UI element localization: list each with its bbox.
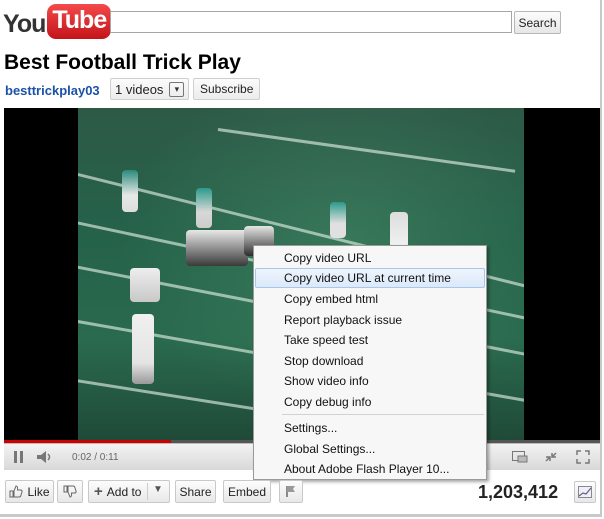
football-player	[390, 212, 408, 248]
menu-item-copy-video-url-at-current-time[interactable]: Copy video URL at current time	[255, 268, 485, 288]
menu-item-copy-video-url[interactable]: Copy video URL	[255, 248, 485, 268]
view-count: 1,203,412	[478, 482, 559, 502]
fullscreen-icon[interactable]	[574, 448, 592, 466]
dropdown-arrow-icon[interactable]: ▼	[153, 484, 163, 495]
menu-item-stop-download[interactable]: Stop download	[255, 351, 485, 371]
yard-line	[217, 128, 516, 173]
menu-item-about-flash-player[interactable]: About Adobe Flash Player 10...	[255, 459, 485, 479]
flash-context-menu: Copy video URL Copy video URL at current…	[253, 245, 487, 480]
football-player	[130, 268, 160, 302]
football-player	[186, 230, 248, 266]
channel-link[interactable]: besttrickplay03	[5, 83, 100, 98]
plus-icon: +	[94, 482, 103, 500]
share-button[interactable]: Share	[175, 480, 216, 503]
thumbs-up-icon	[9, 485, 24, 498]
like-button[interactable]: Like	[5, 480, 54, 503]
dislike-button[interactable]	[57, 480, 83, 503]
menu-item-copy-debug-info[interactable]: Copy debug info	[255, 392, 485, 412]
football-player	[196, 188, 212, 228]
pause-icon[interactable]	[10, 448, 28, 466]
menu-item-show-video-info[interactable]: Show video info	[255, 371, 485, 391]
button-divider	[147, 483, 148, 500]
search-input[interactable]	[110, 11, 512, 33]
search-button[interactable]: Search	[514, 11, 561, 34]
menu-item-settings[interactable]: Settings...	[255, 418, 485, 438]
add-to-label: Add to	[106, 484, 142, 499]
stats-button[interactable]	[574, 481, 596, 503]
add-to-button[interactable]: + Add to ▼	[88, 480, 170, 503]
menu-item-take-speed-test[interactable]: Take speed test	[255, 330, 485, 350]
flag-button[interactable]	[279, 480, 303, 503]
volume-icon[interactable]	[36, 448, 54, 466]
logo-text-you: You	[3, 10, 46, 38]
chart-icon	[578, 486, 592, 498]
video-title: Best Football Trick Play	[4, 51, 241, 74]
chevron-down-icon: ▾	[169, 81, 185, 97]
videos-count-label: 1 videos	[115, 81, 164, 97]
menu-item-report-playback-issue[interactable]: Report playback issue	[255, 310, 485, 330]
youtube-logo[interactable]: You Tube	[3, 4, 112, 42]
shrink-icon[interactable]	[542, 448, 560, 466]
videos-dropdown-button[interactable]: 1 videos ▾	[110, 78, 190, 100]
flag-icon	[286, 486, 295, 497]
like-label: Like	[27, 484, 50, 499]
popout-icon[interactable]	[511, 448, 529, 466]
menu-item-global-settings[interactable]: Global Settings...	[255, 439, 485, 459]
subscribe-button[interactable]: Subscribe	[193, 78, 261, 100]
football-player	[132, 314, 154, 384]
thumbs-down-icon	[63, 485, 77, 498]
youtube-page: You Tube Search Best Football Trick Play…	[0, 0, 602, 517]
embed-button[interactable]: Embed	[223, 480, 271, 503]
menu-item-copy-embed-html[interactable]: Copy embed html	[255, 289, 485, 309]
time-display: 0:02 / 0:11	[72, 452, 119, 463]
football-player	[122, 170, 138, 212]
logo-text-tube: Tube	[47, 4, 112, 39]
menu-separator	[282, 414, 484, 415]
football-player	[330, 202, 346, 238]
